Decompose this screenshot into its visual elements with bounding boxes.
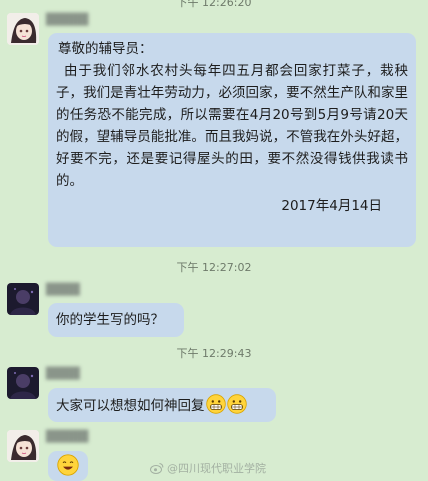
dark-avatar-icon — [7, 283, 39, 315]
smile-emoji-icon — [57, 454, 79, 476]
avatar[interactable] — [7, 367, 39, 399]
anime-avatar-icon — [7, 430, 39, 462]
message-text: 大家可以想想如何神回复 — [56, 398, 205, 414]
watermark: @四川现代职业学院 — [150, 460, 266, 476]
avatar[interactable] — [7, 283, 39, 315]
message-date: 2017年4月14日 — [281, 198, 382, 214]
sender-name-blurred: █████ — [46, 13, 89, 26]
sender-name-blurred: ████ — [46, 367, 80, 380]
timestamp: 下午 12:27:02 — [176, 261, 252, 274]
dark-avatar-icon — [7, 367, 39, 399]
message-bubble: 你的学生写的吗？ — [48, 303, 184, 337]
watermark-text: @四川现代职业学院 — [167, 462, 266, 475]
message-text: 你的学生写的吗？ — [56, 312, 164, 328]
message-greeting: 尊敬的辅导员： — [58, 41, 153, 57]
chat-window: 下午 12:26:20 █████ 尊敬的辅导员： 由于我们邻水农村头每年四五月… — [0, 0, 428, 481]
timestamp: 下午 12:29:43 — [176, 347, 252, 360]
avatar[interactable] — [7, 430, 39, 462]
message-bubble: 尊敬的辅导员： 由于我们邻水农村头每年四五月都会回家打菜子，栽秧子，我们是青壮年… — [48, 33, 416, 247]
message-body: 由于我们邻水农村头每年四五月都会回家打菜子，栽秧子，我们是青壮年劳动力，必须回家… — [56, 63, 408, 189]
message-bubble — [48, 451, 88, 481]
sender-name-blurred: ████ — [46, 283, 80, 296]
message-bubble: 大家可以想想如何神回复 — [48, 388, 276, 422]
sender-name-blurred: █████ — [46, 430, 89, 443]
avatar[interactable] — [7, 13, 39, 45]
timestamp: 下午 12:26:20 — [176, 0, 252, 9]
weibo-logo-icon — [150, 463, 164, 474]
grin-emoji-icon — [205, 394, 226, 414]
grin-emoji-icon — [226, 394, 247, 414]
anime-avatar-icon — [7, 13, 39, 45]
